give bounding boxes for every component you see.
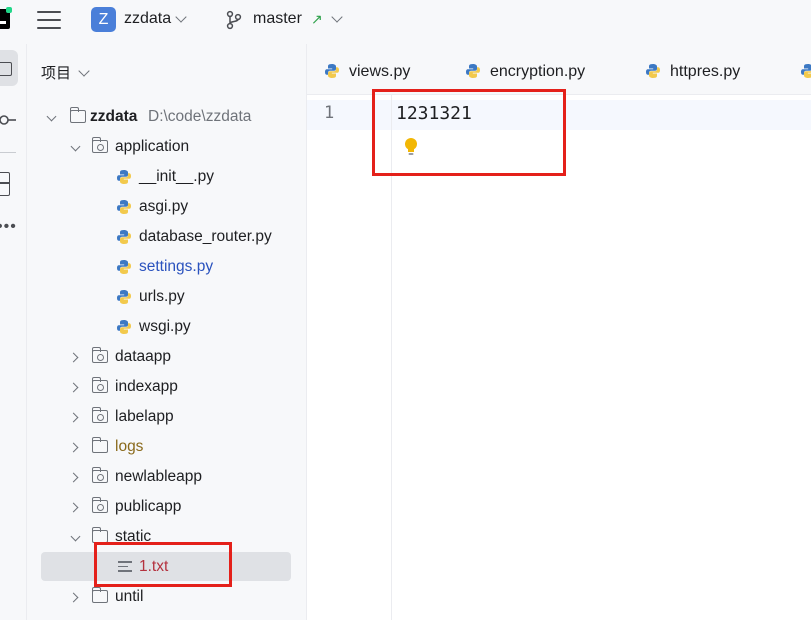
tree-item-label: wsgi.py	[139, 318, 191, 335]
project-badge[interactable]: Z	[91, 7, 116, 32]
highlight-box	[372, 89, 566, 176]
ide-logo-icon	[0, 7, 12, 29]
folder-icon	[91, 587, 108, 603]
tree-item-label: application	[115, 138, 190, 155]
more-icon[interactable]: •••	[0, 219, 17, 235]
chevron-down-icon[interactable]	[70, 531, 81, 542]
tree-item-label: zzdata	[90, 108, 138, 125]
tree-item-label: database_router.py	[139, 228, 272, 245]
python-file-icon	[646, 64, 660, 78]
tree-item-until[interactable]: until	[68, 584, 288, 610]
folder-icon	[91, 437, 108, 453]
python-file-icon	[325, 64, 339, 78]
tree-item-label: urls.py	[139, 288, 185, 305]
tree-item-label: indexapp	[115, 378, 178, 395]
tree-item-label: publicapp	[115, 498, 182, 515]
folder-icon	[69, 107, 86, 123]
module-folder-icon	[91, 347, 108, 363]
tree-item-label: newlableapp	[115, 468, 203, 485]
project-name[interactable]: zzdata	[124, 10, 171, 28]
chevron-right-icon[interactable]	[68, 412, 79, 423]
tree-item-label: asgi.py	[139, 198, 189, 215]
python-file-icon[interactable]	[800, 63, 811, 79]
chevron-right-icon[interactable]	[68, 352, 79, 363]
tool-window-strip	[0, 44, 27, 620]
module-folder-icon	[91, 407, 108, 423]
tree-item-application[interactable]: application	[68, 134, 288, 160]
module-folder-icon	[91, 137, 108, 153]
python-file-icon	[117, 200, 131, 214]
python-file-icon	[117, 260, 131, 274]
module-folder-icon	[91, 467, 108, 483]
commit-icon[interactable]	[0, 113, 16, 127]
module-folder-icon	[91, 497, 108, 513]
tree-item-dataapp[interactable]: dataapp	[68, 344, 288, 370]
structure-icon[interactable]	[0, 172, 10, 196]
tree-item-logs[interactable]: logs	[68, 434, 288, 460]
python-file-icon	[117, 290, 131, 304]
tree-item-labelapp[interactable]: labelapp	[68, 404, 288, 430]
outgoing-arrow-icon: ↗	[311, 11, 323, 27]
tree-item-label-excluded: logs	[115, 438, 144, 455]
panel-title[interactable]: 项目	[41, 62, 71, 83]
tree-item-root[interactable]: zzdata D:\code\zzdata	[44, 104, 294, 130]
tab-label: views.py	[349, 63, 411, 80]
divider	[0, 152, 16, 153]
tree-item-label-modified: settings.py	[139, 258, 214, 275]
python-file-icon	[117, 320, 131, 334]
tree-item-label: dataapp	[115, 348, 172, 365]
chevron-right-icon[interactable]	[68, 442, 79, 453]
chevron-right-icon[interactable]	[68, 382, 79, 393]
tree-item-publicapp[interactable]: publicapp	[68, 494, 288, 520]
python-file-icon	[466, 64, 480, 78]
chevron-down-icon[interactable]	[46, 111, 57, 122]
chevron-right-icon[interactable]	[68, 472, 79, 483]
chevron-right-icon[interactable]	[68, 592, 79, 603]
tree-item-label: labelapp	[115, 408, 174, 425]
title-bar	[0, 0, 811, 44]
tree-item-label: __init__.py	[139, 168, 214, 185]
branch-name[interactable]: master	[253, 10, 302, 28]
tab-label: encryption.py	[490, 63, 586, 80]
python-file-icon	[117, 230, 131, 244]
git-branch-icon	[226, 10, 242, 30]
python-file-icon	[117, 170, 131, 184]
highlight-box	[94, 542, 232, 587]
project-tool-button[interactable]	[0, 50, 18, 86]
main-menu-button[interactable]	[37, 9, 61, 31]
chevron-down-icon[interactable]	[70, 141, 81, 152]
tab-label: httpres.py	[670, 63, 741, 80]
line-number: 1	[324, 103, 335, 123]
module-folder-icon	[91, 377, 108, 393]
tree-item-newlableapp[interactable]: newlableapp	[68, 464, 288, 490]
tree-item-indexapp[interactable]: indexapp	[68, 374, 288, 400]
project-path: D:\code\zzdata	[148, 108, 252, 125]
folder-icon	[0, 62, 12, 76]
tree-item-label: until	[115, 588, 144, 605]
chevron-right-icon[interactable]	[68, 502, 79, 513]
